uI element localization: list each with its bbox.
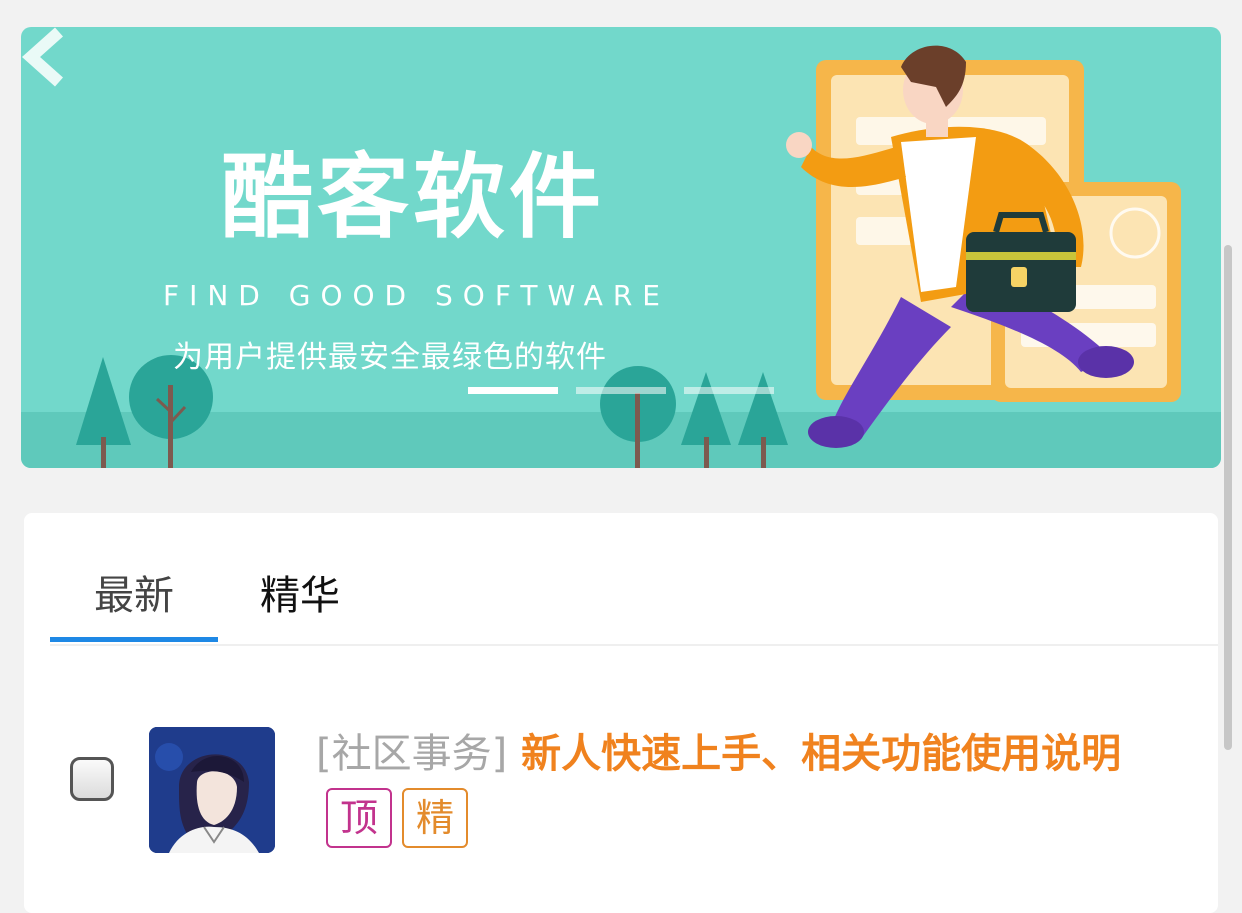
posts-card: 最新 精华 [社区事务] 新人快速上手、相关功能使用说明 顶精 <box>24 513 1218 913</box>
tab-latest[interactable]: 最新 <box>94 563 174 621</box>
tab-bar: 最新 精华 <box>50 513 1218 646</box>
banner-title: 酷客软件 <box>221 144 606 251</box>
avatar[interactable] <box>149 727 275 853</box>
banner-subtitle: FIND GOOD SOFTWARE <box>163 279 670 312</box>
carousel-dot-1[interactable] <box>468 387 558 394</box>
scrollbar[interactable] <box>1224 245 1232 750</box>
banner-carousel[interactable]: 酷客软件 FIND GOOD SOFTWARE 为用户提供最安全最绿色的软件 <box>21 27 1221 468</box>
select-checkbox[interactable] <box>70 757 114 801</box>
post-category: [社区事务] <box>316 731 508 777</box>
tab-active-indicator <box>50 637 218 642</box>
carousel-dot-3[interactable] <box>684 387 774 394</box>
avatar-image <box>149 727 275 853</box>
tab-featured[interactable]: 精华 <box>260 563 340 621</box>
post-title[interactable]: [社区事务] 新人快速上手、相关功能使用说明 顶精 <box>316 723 1176 848</box>
pinned-badge: 顶 <box>326 788 393 848</box>
post-title-text[interactable]: 新人快速上手、相关功能使用说明 <box>521 731 1121 777</box>
chevron-left-icon[interactable] <box>21 27 71 87</box>
banner-illustration <box>21 45 1221 468</box>
carousel-dot-2[interactable] <box>576 387 666 394</box>
featured-badge: 精 <box>402 788 469 848</box>
banner-tagline: 为用户提供最安全最绿色的软件 <box>173 340 607 375</box>
